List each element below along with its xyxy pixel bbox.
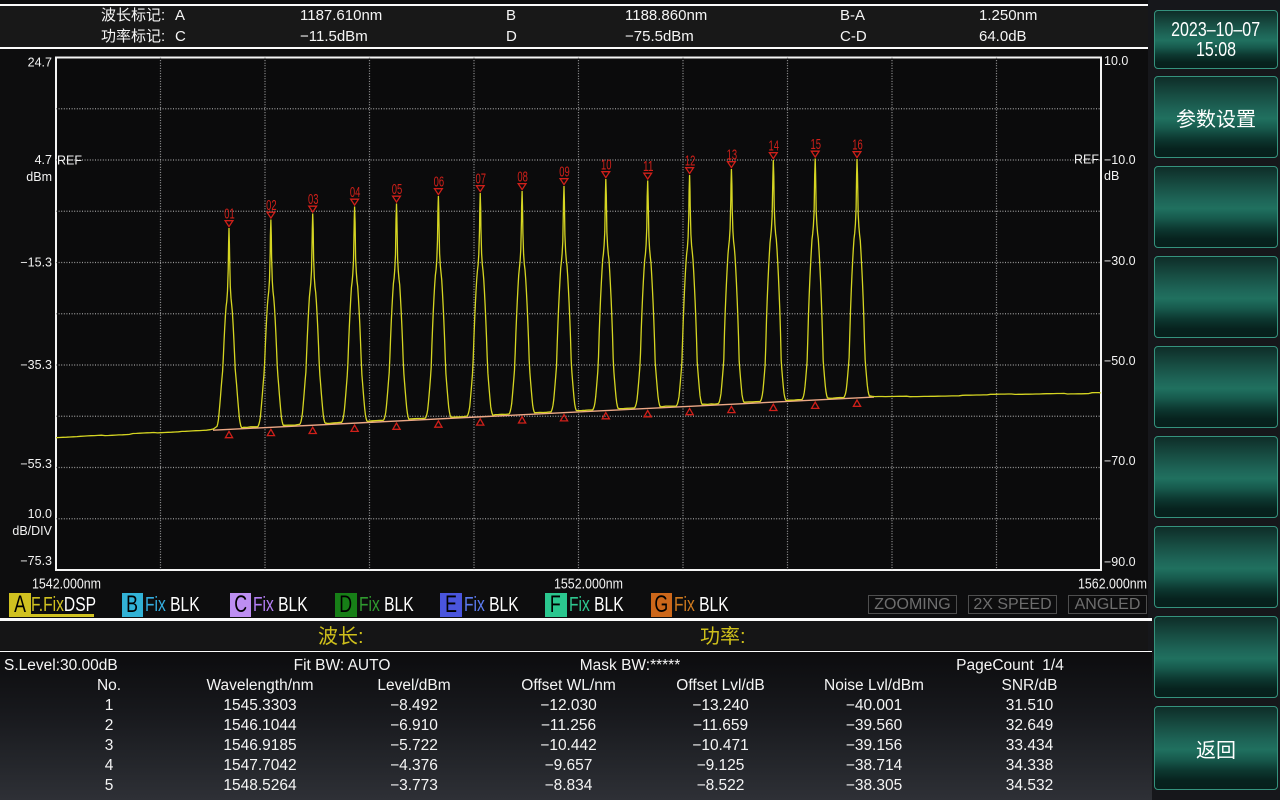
svg-text:−55.3: −55.3: [20, 457, 52, 471]
svg-text:07: 07: [475, 172, 486, 188]
svg-text:08: 08: [517, 170, 528, 186]
svg-text:10: 10: [601, 158, 612, 174]
svg-text:05: 05: [392, 182, 403, 198]
svg-text:15: 15: [810, 137, 821, 153]
svg-text:04: 04: [350, 185, 361, 201]
svg-text:14: 14: [769, 139, 780, 155]
svg-text:01: 01: [224, 207, 235, 223]
svg-text:16: 16: [852, 138, 863, 154]
svg-text:REF: REF: [1074, 153, 1099, 167]
svg-text:06: 06: [434, 175, 445, 191]
svg-text:−70.0: −70.0: [1104, 454, 1136, 468]
svg-text:dB: dB: [1104, 169, 1119, 183]
svg-text:10.0: 10.0: [28, 507, 52, 521]
svg-text:−15.3: −15.3: [20, 256, 52, 270]
svg-text:1552.000nm: 1552.000nm: [554, 576, 623, 593]
svg-text:11: 11: [643, 159, 654, 175]
svg-text:dBm: dBm: [26, 170, 52, 184]
svg-text:4.7: 4.7: [35, 153, 52, 167]
svg-text:02: 02: [266, 198, 277, 214]
svg-text:1542.000nm: 1542.000nm: [32, 576, 101, 593]
svg-text:09: 09: [559, 165, 570, 181]
svg-text:12: 12: [685, 154, 696, 170]
svg-text:−50.0: −50.0: [1104, 354, 1136, 368]
svg-text:−35.3: −35.3: [20, 358, 52, 372]
svg-text:03: 03: [308, 192, 319, 208]
svg-text:24.7: 24.7: [28, 56, 52, 70]
svg-text:−75.3: −75.3: [20, 554, 52, 568]
svg-text:−30.0: −30.0: [1104, 254, 1136, 268]
svg-text:−90.0: −90.0: [1104, 555, 1136, 569]
svg-text:−10.0: −10.0: [1104, 153, 1136, 167]
svg-text:1562.000nm: 1562.000nm: [1078, 576, 1147, 593]
svg-text:10.0: 10.0: [1104, 54, 1128, 68]
svg-text:REF: REF: [57, 154, 82, 168]
svg-text:dB/DIV: dB/DIV: [12, 524, 52, 538]
svg-text:13: 13: [727, 148, 738, 164]
